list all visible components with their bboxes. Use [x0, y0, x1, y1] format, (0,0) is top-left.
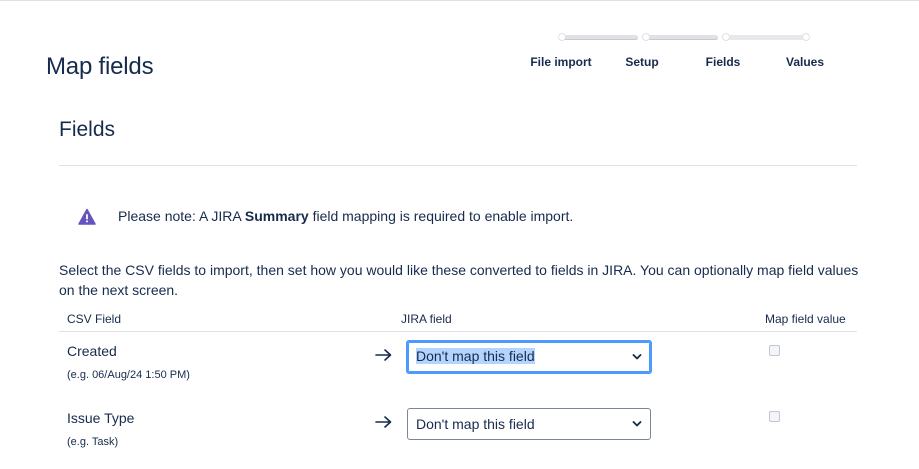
header-map-field-value: Map field value — [765, 312, 846, 326]
header-csv-field: CSV Field — [67, 312, 122, 326]
step-setup: Setup — [625, 55, 659, 69]
map-field-value-checkbox-created[interactable] — [769, 345, 780, 356]
notice-bold-summary: Summary — [244, 208, 309, 224]
row-issue-type-label: Issue Type — [67, 410, 135, 426]
arrow-right-icon — [375, 416, 392, 428]
row-created-example: (e.g. 06/Aug/24 1:50 PM) — [67, 369, 190, 381]
notice-text: Please note: A JIRA Summary field mappin… — [118, 208, 574, 224]
row-created-label: Created — [67, 343, 117, 359]
map-field-value-checkbox-issue-type[interactable] — [769, 411, 780, 422]
tracker-segment-3 — [728, 35, 804, 40]
row-issue-type-example: (e.g. Task) — [67, 436, 119, 448]
section-divider — [59, 165, 857, 166]
warning-triangle-icon — [78, 208, 96, 225]
page-title: Map fields — [46, 53, 154, 80]
progress-tracker: File import Setup Fields Values — [520, 30, 850, 90]
tracker-dot-3 — [722, 33, 730, 41]
tracker-segment-1 — [562, 35, 638, 40]
jira-field-select-issue-type[interactable]: Don't map this field — [407, 408, 651, 440]
jira-field-select-created[interactable]: Don't map this field — [406, 340, 652, 374]
tracker-segment-2 — [648, 35, 718, 40]
tracker-dot-1 — [558, 33, 566, 41]
chevron-down-icon — [632, 421, 642, 427]
section-title: Fields — [59, 118, 116, 141]
select-value: Don't map this field — [416, 416, 535, 432]
chevron-down-icon — [632, 354, 642, 360]
select-value: Don't map this field — [416, 348, 535, 364]
arrow-right-icon — [375, 349, 392, 361]
top-divider — [0, 0, 919, 1]
step-fields: Fields — [705, 55, 741, 69]
intro-text: Select the CSV fields to import, then se… — [59, 262, 859, 298]
tracker-dot-2 — [642, 33, 650, 41]
step-values: Values — [785, 55, 825, 69]
header-jira-field: JIRA field — [401, 312, 452, 326]
tracker-dot-4 — [802, 33, 810, 41]
header-divider — [59, 331, 857, 332]
step-file-import: File import — [530, 55, 592, 69]
